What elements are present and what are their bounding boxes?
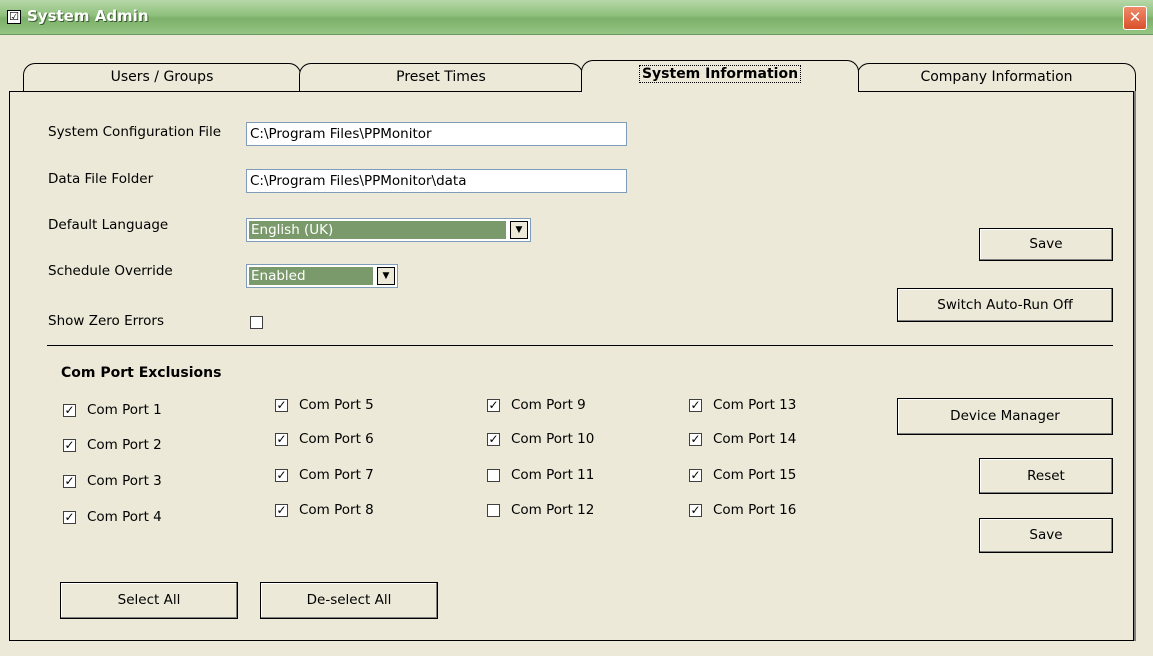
com-port-8-checkbox[interactable]: ✓ (275, 504, 288, 517)
title-bar[interactable]: ☑ System Admin ✕ (0, 0, 1153, 35)
com-port-14-label: Com Port 14 (713, 431, 797, 447)
save-button[interactable]: Save (979, 228, 1113, 261)
com-port-16-label: Com Port 16 (713, 502, 797, 518)
deselect-all-button[interactable]: De-select All (260, 582, 438, 619)
tab-system-information[interactable]: System Information (581, 60, 859, 92)
tab-company-information[interactable]: Company Information (857, 63, 1136, 91)
com-port-11-checkbox[interactable] (487, 469, 500, 482)
close-button[interactable]: ✕ (1123, 6, 1147, 30)
com-port-10-checkbox[interactable]: ✓ (487, 433, 500, 446)
data-folder-input[interactable]: C:\Program Files\PPMonitor\data (246, 169, 627, 193)
show-zero-errors-checkbox[interactable] (250, 316, 263, 329)
com-port-5-label: Com Port 5 (299, 397, 374, 413)
com-port-6-label: Com Port 6 (299, 431, 374, 447)
com-port-2-checkbox[interactable]: ✓ (63, 439, 76, 452)
data-folder-label: Data File Folder (48, 171, 154, 187)
section-divider (47, 345, 1113, 346)
com-port-12-label: Com Port 12 (511, 502, 595, 518)
panel-shadow (1134, 91, 1136, 641)
config-file-input[interactable]: C:\Program Files\PPMonitor (246, 122, 627, 146)
device-manager-button[interactable]: Device Manager (897, 398, 1113, 435)
com-port-11-label: Com Port 11 (511, 467, 595, 483)
com-port-13-checkbox[interactable]: ✓ (689, 399, 702, 412)
com-port-16-checkbox[interactable]: ✓ (689, 504, 702, 517)
com-port-12-checkbox[interactable] (487, 504, 500, 517)
com-port-15-checkbox[interactable]: ✓ (689, 469, 702, 482)
com-port-1-label: Com Port 1 (87, 402, 162, 418)
com-port-13-label: Com Port 13 (713, 397, 797, 413)
com-port-10-label: Com Port 10 (511, 431, 595, 447)
schedule-override-label: Schedule Override (48, 263, 173, 279)
com-port-8-label: Com Port 8 (299, 502, 374, 518)
config-file-label: System Configuration File (48, 124, 222, 140)
schedule-override-select[interactable]: Enabled ▼ (246, 264, 398, 288)
tab-users-groups[interactable]: Users / Groups (23, 63, 301, 91)
chevron-down-icon[interactable]: ▼ (510, 221, 528, 239)
com-port-exclusions-title: Com Port Exclusions (61, 365, 222, 381)
default-language-label: Default Language (48, 217, 169, 233)
com-port-1-checkbox[interactable]: ✓ (63, 404, 76, 417)
reset-button[interactable]: Reset (979, 458, 1113, 494)
com-port-7-checkbox[interactable]: ✓ (275, 469, 288, 482)
com-port-2-label: Com Port 2 (87, 437, 162, 453)
com-port-9-checkbox[interactable]: ✓ (487, 399, 500, 412)
app-icon: ☑ (7, 10, 21, 24)
tab-label: Preset Times (396, 69, 486, 85)
com-port-3-checkbox[interactable]: ✓ (63, 475, 76, 488)
tab-label: Company Information (920, 69, 1073, 85)
system-admin-window: ☑ System Admin ✕ Users / Groups Preset T… (0, 0, 1153, 656)
com-port-15-label: Com Port 15 (713, 467, 797, 483)
window-title: System Admin (27, 7, 149, 25)
com-port-4-label: Com Port 4 (87, 509, 162, 525)
tab-preset-times[interactable]: Preset Times (299, 63, 583, 91)
com-port-3-label: Com Port 3 (87, 473, 162, 489)
com-port-5-checkbox[interactable]: ✓ (275, 399, 288, 412)
tab-label: Users / Groups (110, 69, 214, 85)
chevron-down-icon[interactable]: ▼ (377, 267, 395, 285)
save-ports-button[interactable]: Save (979, 518, 1113, 553)
com-port-7-label: Com Port 7 (299, 467, 374, 483)
default-language-select[interactable]: English (UK) ▼ (246, 218, 531, 242)
close-icon: ✕ (1128, 8, 1142, 26)
switch-autorun-button[interactable]: Switch Auto-Run Off (897, 288, 1113, 322)
schedule-override-value: Enabled (249, 267, 373, 285)
default-language-value: English (UK) (249, 221, 506, 239)
com-port-6-checkbox[interactable]: ✓ (275, 433, 288, 446)
com-port-14-checkbox[interactable]: ✓ (689, 433, 702, 446)
com-port-9-label: Com Port 9 (511, 397, 586, 413)
select-all-button[interactable]: Select All (60, 582, 238, 619)
show-zero-errors-label: Show Zero Errors (48, 313, 165, 329)
tab-label: System Information (638, 65, 802, 83)
com-port-4-checkbox[interactable]: ✓ (63, 511, 76, 524)
